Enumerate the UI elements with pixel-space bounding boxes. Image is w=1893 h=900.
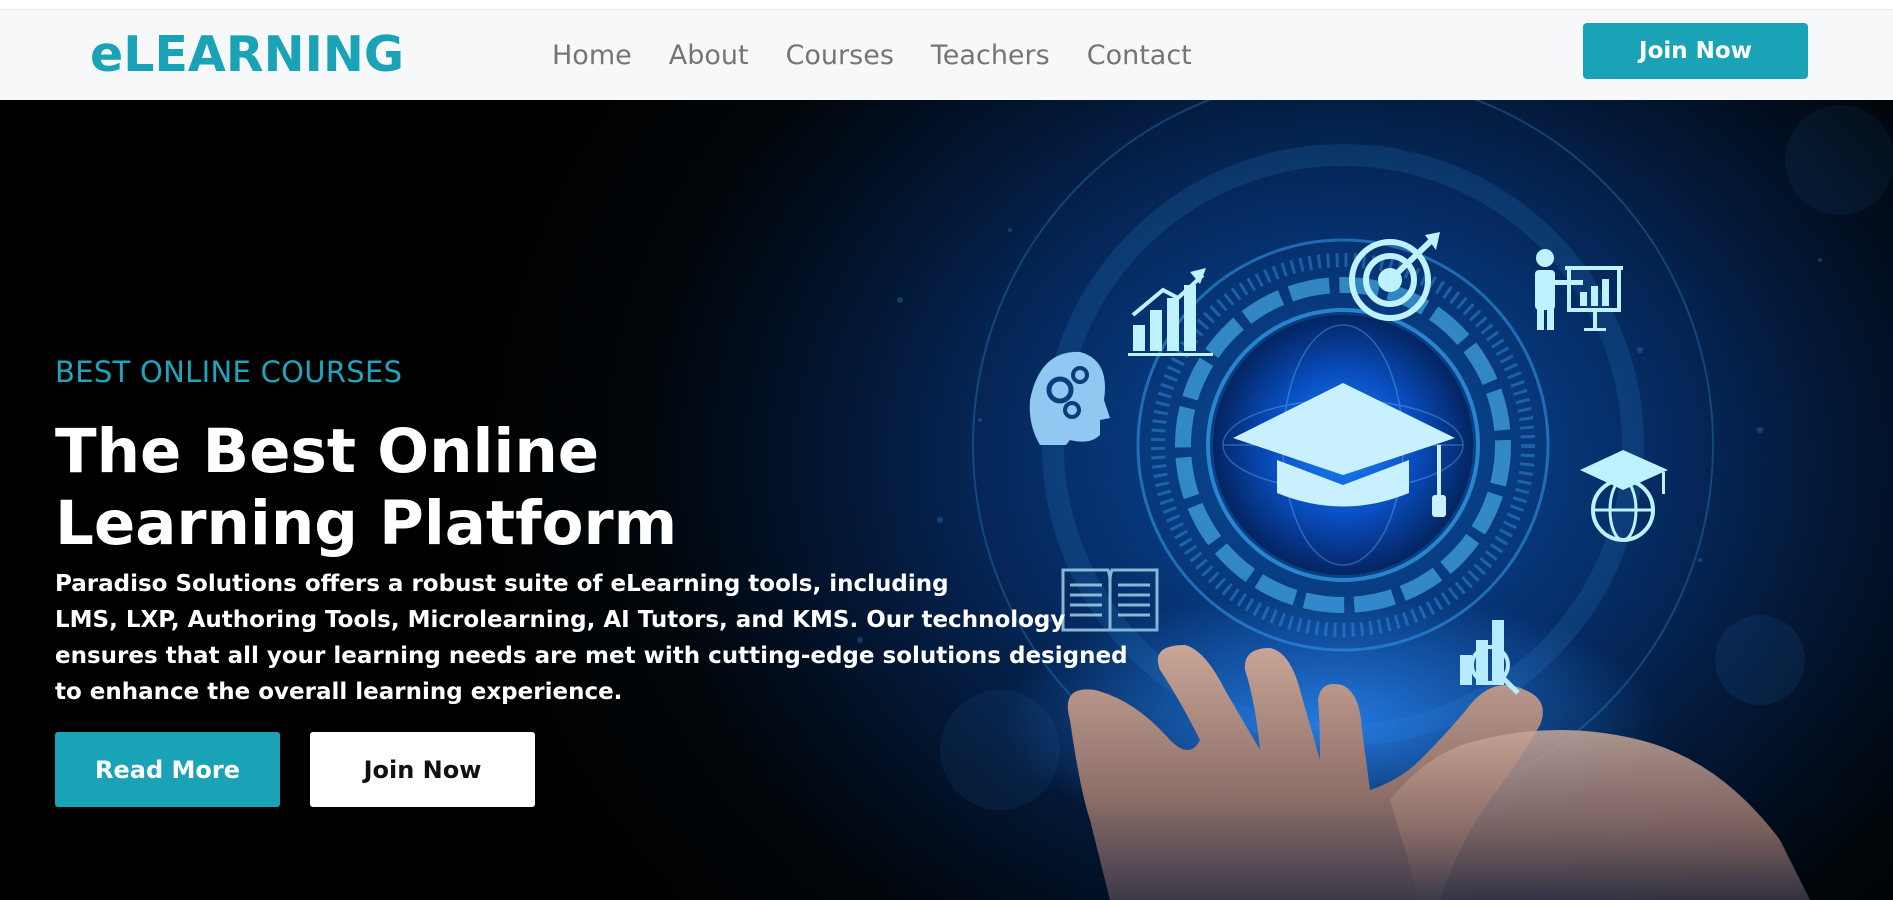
growth-chart-icon [1128, 268, 1213, 356]
hero-title-line-1: The Best Online [55, 416, 600, 487]
hero-description-line: Paradiso Solutions offers a robust suite… [55, 571, 949, 597]
hero-description: Paradiso Solutions offers a robust suite… [55, 566, 1128, 710]
nav-link-home[interactable]: Home [552, 40, 632, 71]
hero-title-line-2: Learning Platform [55, 488, 678, 559]
hero-description-line: ensures that all your learning needs are… [55, 643, 1128, 669]
nav-link-contact[interactable]: Contact [1087, 40, 1192, 71]
hero-description-line: to enhance the overall learning experien… [55, 679, 623, 705]
join-now-button[interactable]: Join Now [1583, 23, 1808, 79]
target-icon [1349, 232, 1440, 321]
hero-section: BEST ONLINE COURSES The Best Online Lear… [0, 100, 1893, 900]
hero-subtitle: BEST ONLINE COURSES [55, 355, 403, 389]
nav-link-courses[interactable]: Courses [786, 40, 894, 71]
hero-description-line: LMS, LXP, Authoring Tools, Microlearning… [55, 607, 1066, 633]
brain-gears-icon [1029, 351, 1110, 445]
nav-link-teachers[interactable]: Teachers [931, 40, 1050, 71]
main-nav: Home About Courses Teachers Contact [552, 40, 1192, 71]
read-more-button[interactable]: Read More [55, 732, 280, 807]
navbar: eLEARNING Home About Courses Teachers Co… [0, 10, 1893, 101]
nav-link-about[interactable]: About [669, 40, 749, 71]
brand-logo[interactable]: eLEARNING [90, 26, 404, 83]
hero-title: The Best Online Learning Platform [55, 416, 755, 560]
top-strip [0, 0, 1893, 10]
hero-join-now-button[interactable]: Join Now [310, 732, 535, 807]
